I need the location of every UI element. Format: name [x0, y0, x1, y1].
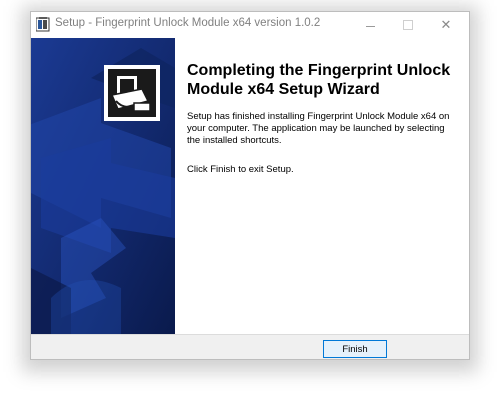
installer-app-icon	[36, 17, 50, 32]
close-button[interactable]: ✕	[429, 12, 463, 38]
wizard-heading: Completing the Fingerprint Unlock Module…	[187, 62, 451, 98]
minimize-icon	[365, 25, 375, 27]
maximize-button[interactable]	[391, 12, 425, 38]
button-bar: Finish	[31, 334, 469, 359]
installer-logo-icon	[104, 65, 160, 121]
wizard-sidebar-image	[31, 38, 175, 334]
exit-instruction: Click Finish to exit Setup.	[187, 164, 294, 175]
setup-window: Setup - Fingerprint Unlock Module x64 ve…	[30, 11, 470, 360]
title-bar[interactable]: Setup - Fingerprint Unlock Module x64 ve…	[31, 12, 469, 38]
maximize-icon	[403, 20, 413, 30]
wizard-content: Completing the Fingerprint Unlock Module…	[175, 38, 469, 334]
completion-message: Setup has finished installing Fingerprin…	[187, 111, 450, 146]
close-icon: ✕	[440, 17, 452, 32]
window-title: Setup - Fingerprint Unlock Module x64 ve…	[55, 17, 321, 29]
minimize-button[interactable]	[353, 12, 387, 38]
finish-button[interactable]: Finish	[323, 340, 387, 358]
